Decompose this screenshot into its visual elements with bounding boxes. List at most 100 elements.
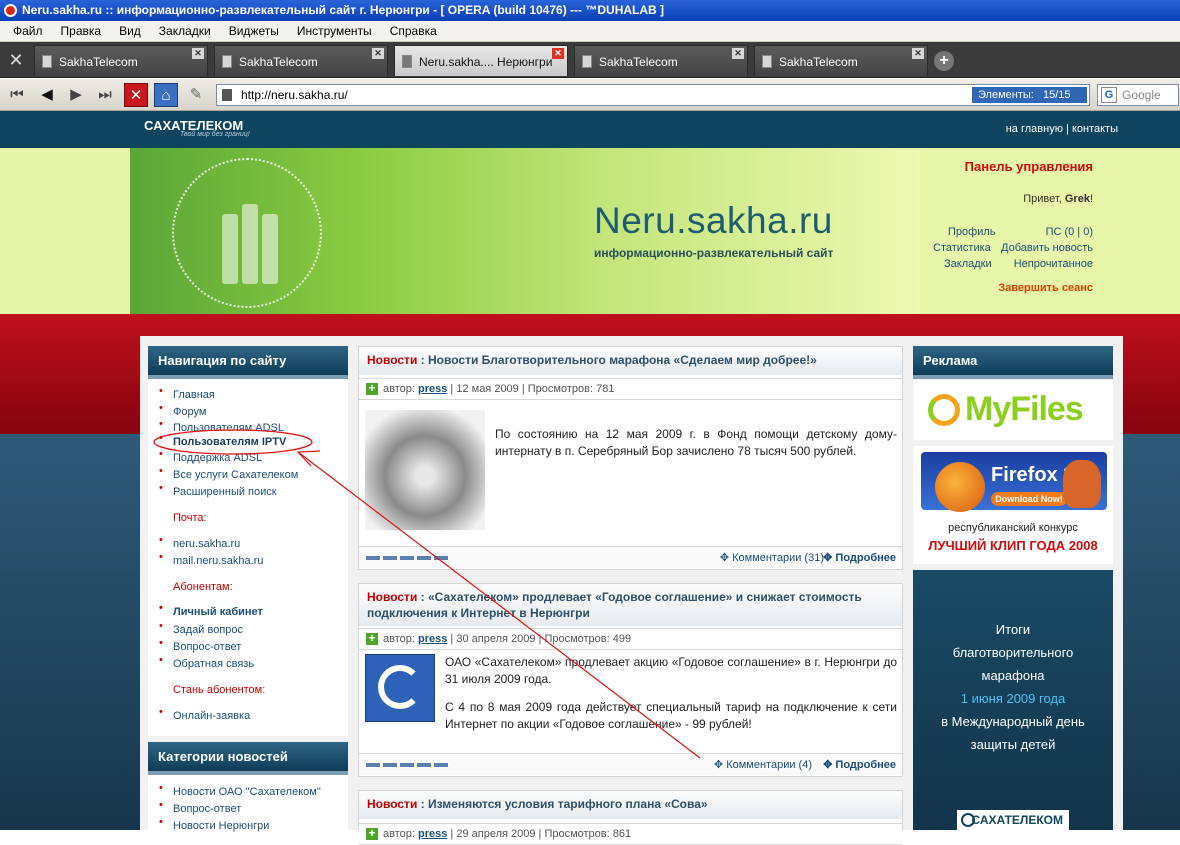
author-link[interactable]: press — [418, 383, 447, 395]
tab-sakhatelecom-3[interactable]: SakhaTelecom ✕ — [574, 45, 748, 76]
menu-view[interactable]: Вид — [110, 24, 150, 38]
username: Grek — [1064, 193, 1090, 205]
greeting-mark: ! — [1089, 193, 1093, 205]
rating-bar[interactable] — [366, 763, 450, 767]
site-name: Neru.sakha.ru — [594, 200, 833, 241]
category-faq[interactable]: Вопрос-ответ — [159, 799, 241, 815]
mail-header: Почта: — [173, 512, 207, 524]
tab-label: SakhaTelecom — [59, 55, 138, 69]
profile-link[interactable]: Профиль — [948, 226, 996, 238]
firefox-logo-icon — [935, 462, 985, 512]
close-tab-icon[interactable]: ✕ — [552, 48, 564, 59]
news-image-shoes[interactable] — [365, 410, 485, 530]
news-title[interactable]: Новости : Изменяются условия тарифного п… — [359, 791, 902, 819]
unread-link[interactable]: Непрочитанное — [1014, 258, 1093, 270]
home-link[interactable]: на главную — [1006, 123, 1063, 135]
new-tab-icon[interactable]: + — [934, 51, 954, 71]
site-navigation: Навигация по сайту Главная Форум Пользов… — [148, 346, 348, 736]
pm-link[interactable]: ПС (0 | 0) — [1046, 226, 1093, 238]
add-icon[interactable]: + — [366, 382, 378, 395]
news-title[interactable]: Новости : Новости Благотворительного мар… — [359, 347, 902, 375]
read-more-link[interactable]: ✥ Подробнее — [823, 758, 896, 771]
tools-icon[interactable]: ✕ — [4, 48, 28, 72]
logout-link[interactable]: Завершить сеанс — [998, 282, 1093, 294]
news-title[interactable]: Новости : «Сахателеком» продлевает «Годо… — [359, 584, 902, 626]
tab-label: SakhaTelecom — [239, 55, 318, 69]
author-label: автор: — [383, 383, 415, 395]
sakhatelecom-logo[interactable]: САХАТЕЛЕКОМ Твой мир без границ! — [144, 118, 250, 138]
news-tag[interactable]: Новости — [367, 797, 417, 811]
nav-item-personal-account[interactable]: Личный кабинет — [159, 602, 263, 618]
tab-label: Neru.sakha.... Нерюнгри — [419, 55, 553, 69]
news-text: По состоянию на 12 мая 2009 г. в Фонд по… — [495, 427, 897, 458]
nav-item-adsl-users[interactable]: Пользователям ADSL — [159, 418, 284, 434]
home-icon[interactable]: ⌂ — [154, 83, 178, 107]
stats-link[interactable]: Статистика — [933, 242, 991, 254]
elements-counter[interactable]: Элементы: 15/15 — [972, 87, 1087, 103]
search-input[interactable]: G Google — [1097, 84, 1179, 106]
close-tab-icon[interactable]: ✕ — [192, 48, 204, 59]
address-bar[interactable]: http://neru.sakha.ru/ Элементы: 15/15 — [216, 84, 1090, 106]
news-tag[interactable]: Новости — [367, 353, 417, 367]
itogi-line: в Международный день — [941, 714, 1085, 729]
fast-forward-icon[interactable]: ⏭ — [93, 83, 117, 107]
menu-widgets[interactable]: Виджеты — [220, 24, 288, 38]
news-tag[interactable]: Новости — [367, 590, 417, 604]
nav-item-feedback[interactable]: Обратная связь — [159, 654, 254, 670]
mail-link-mail-neru[interactable]: mail.neru.sakha.ru — [159, 551, 263, 567]
nav-item-iptv-users[interactable]: Пользователям IPTV — [159, 432, 286, 448]
nav-item-ask-question[interactable]: Задай вопрос — [159, 620, 243, 636]
forward-icon[interactable]: ▶ — [64, 83, 88, 107]
control-panel: Панель управления Привет, Grek! Профиль … — [920, 148, 1180, 314]
category-sakhatelecom-news[interactable]: Новости ОАО "Сахателеком" — [159, 782, 321, 798]
news-title-text: : Новости Благотворительного марафона «С… — [420, 353, 817, 367]
mail-link-neru[interactable]: neru.sakha.ru — [159, 534, 240, 550]
comments-text: Комментарии (31) — [732, 552, 824, 564]
close-tab-icon[interactable]: ✕ — [912, 48, 924, 59]
bookmarks-link[interactable]: Закладки — [944, 258, 992, 270]
back-icon[interactable]: ◀ — [35, 83, 59, 107]
menu-edit[interactable]: Правка — [52, 24, 111, 38]
close-tab-icon[interactable]: ✕ — [372, 48, 384, 59]
menu-bookmarks[interactable]: Закладки — [150, 24, 220, 38]
myfiles-text: MyFiles — [965, 390, 1084, 428]
stop-icon[interactable]: ✕ — [124, 83, 148, 107]
menu-file[interactable]: Файл — [4, 24, 52, 38]
close-tab-icon[interactable]: ✕ — [732, 48, 744, 59]
tab-sakhatelecom-2[interactable]: SakhaTelecom ✕ — [214, 45, 388, 76]
nav-item-advanced-search[interactable]: Расширенный поиск — [159, 482, 277, 498]
edit-icon[interactable]: ✎ — [184, 83, 208, 107]
tab-sakhatelecom-4[interactable]: SakhaTelecom ✕ — [754, 45, 928, 76]
sakhatelecom-logo-image[interactable] — [365, 654, 435, 722]
itogi-line: благотворительного — [952, 645, 1074, 660]
nav-item-adsl-support[interactable]: Поддержка ADSL — [159, 448, 262, 464]
nav-item-faq[interactable]: Вопрос-ответ — [159, 637, 241, 653]
news-title-text: : «Сахателеком» продлевает «Годовое согл… — [367, 590, 862, 620]
comments-link[interactable]: ✥ Комментарии (31) — [720, 551, 824, 564]
tab-sakhatelecom-1[interactable]: SakhaTelecom ✕ — [34, 45, 208, 76]
menu-help[interactable]: Справка — [381, 24, 446, 38]
myfiles-banner[interactable]: MyFiles — [913, 380, 1113, 440]
rewind-icon[interactable]: ⏮ — [5, 83, 29, 107]
tab-neru-sakha[interactable]: Neru.sakha.... Нерюнгри ✕ — [394, 45, 568, 76]
elements-count: 15/15 — [1043, 89, 1071, 101]
rating-bar[interactable] — [366, 556, 450, 560]
news-date: | 30 апреля 2009 | Просмотров: 499 — [450, 633, 632, 645]
marathon-results-banner[interactable]: Итоги благотворительного марафона 1 июня… — [913, 570, 1113, 830]
comments-link[interactable]: ✥ Комментарии (4) — [714, 758, 812, 771]
firefox-banner[interactable]: Firefox 3 Download Now! республиканский … — [913, 446, 1113, 564]
tab-label: SakhaTelecom — [779, 55, 858, 69]
add-icon[interactable]: + — [366, 632, 378, 645]
nav-item-online-request[interactable]: Онлайн-заявка — [159, 706, 250, 722]
nav-item-all-services[interactable]: Все услуги Сахателеком — [159, 465, 298, 481]
menu-tools[interactable]: Инструменты — [288, 24, 381, 38]
author-link[interactable]: press — [418, 633, 447, 645]
read-more-link[interactable]: ✥ Подробнее — [823, 551, 896, 564]
contacts-link[interactable]: контакты — [1072, 123, 1118, 135]
nav-item-home[interactable]: Главная — [159, 385, 215, 401]
add-news-link[interactable]: Добавить новость — [1001, 242, 1093, 254]
category-neryungri-news[interactable]: Новости Нерюнгри — [159, 816, 269, 832]
panel-title: Панель управления — [964, 159, 1093, 174]
tab-label: SakhaTelecom — [599, 55, 678, 69]
nav-item-forum[interactable]: Форум — [159, 402, 207, 418]
